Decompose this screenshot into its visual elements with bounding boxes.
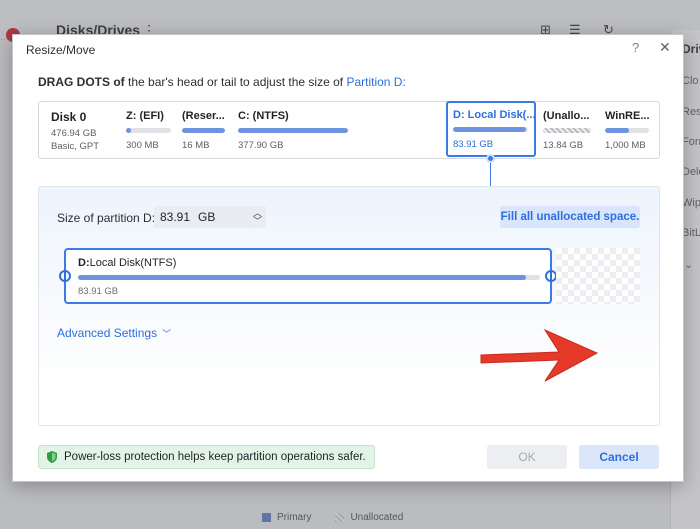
partition-size: 83.91 GB [453, 139, 494, 150]
disk-map: Disk 0 476.94 GB Basic, GPT Z: (EFI) 300… [38, 101, 660, 159]
partition-reserved[interactable]: (Reser... 16 MB [182, 110, 225, 151]
partition-d-selected[interactable]: D: Local Disk(... 83.91 GB [446, 101, 536, 157]
partition-c[interactable]: C: (NTFS) 377.90 GB [238, 110, 348, 151]
partition-usage-fill [126, 128, 131, 133]
partition-name: Z: (EFI) [126, 110, 164, 122]
resize-partition-name: D:Local Disk(NTFS) [78, 257, 176, 269]
partition-size: 13.84 GB [543, 140, 584, 151]
disk-type: Basic, GPT [51, 141, 100, 152]
resize-panel: Size of partition D: 83.91 GB ︿ ﹀ Fill al… [38, 186, 660, 426]
disk-name: Disk 0 [51, 110, 87, 124]
size-unit: GB [198, 210, 216, 224]
unallocated-space-area [556, 248, 640, 304]
fill-unallocated-button[interactable]: Fill all unallocated space. [500, 206, 640, 228]
size-value: 83.91 [160, 210, 191, 224]
partition-name: D: Local Disk(... [453, 109, 536, 121]
partition-name: (Unallo... [543, 110, 590, 122]
close-icon[interactable]: ✕ [659, 39, 671, 56]
instruction-target: Partition D: [346, 75, 406, 89]
partition-label: Local Disk(NTFS) [89, 257, 177, 269]
ok-button[interactable]: OK [487, 445, 567, 469]
partition-usage-fill [453, 127, 526, 132]
instruction-bold: DRAG DOTS of [38, 75, 125, 89]
advanced-settings-label: Advanced Settings [57, 326, 158, 340]
partition-usage-fill [238, 128, 348, 133]
unallocated-bar [543, 128, 591, 133]
instruction-body: the bar's head or tail to adjust the siz… [124, 75, 347, 89]
partition-winre[interactable]: WinRE... 1,000 MB [605, 110, 650, 151]
partition-letter: D: [78, 257, 90, 269]
disk-info: Disk 0 476.94 GB Basic, GPT [51, 110, 99, 153]
size-stepper-icon[interactable]: ︿ ﹀ [253, 209, 262, 226]
partition-size: 300 MB [126, 140, 159, 151]
shield-icon [47, 451, 57, 463]
cancel-button[interactable]: Cancel [579, 445, 659, 469]
partition-size: 1,000 MB [605, 140, 646, 151]
resize-usage-bar [78, 275, 540, 280]
partition-usage-fill [605, 128, 630, 133]
partition-usage-fill [182, 128, 225, 133]
size-label: Size of partition D: [57, 211, 156, 225]
annotation-arrow-icon [480, 328, 599, 382]
partition-name: (Reser... [182, 110, 225, 122]
chevron-down-icon: ﹀ [162, 328, 172, 339]
partition-size: 16 MB [182, 140, 210, 151]
resize-handle-left[interactable] [59, 270, 71, 282]
partition-size-input[interactable]: 83.91 GB ︿ ﹀ [154, 206, 266, 228]
partition-name: WinRE... [605, 110, 650, 122]
resize-move-dialog: Resize/Move ? ✕ DRAG DOTS of the bar's h… [12, 34, 684, 482]
power-loss-protection-badge: Power-loss protection helps keep partiti… [38, 445, 375, 469]
resize-partition-size: 83.91 GB [78, 286, 119, 297]
protection-text: Power-loss protection helps keep partiti… [64, 451, 366, 463]
dialog-title: Resize/Move [26, 43, 96, 57]
selection-connector-dot [486, 154, 495, 163]
partition-name: C: (NTFS) [238, 110, 289, 122]
resize-partition-bar[interactable]: D:Local Disk(NTFS) 83.91 GB [59, 248, 557, 304]
partition-size: 377.90 GB [238, 140, 284, 151]
help-icon[interactable]: ? [632, 40, 639, 55]
disk-size: 476.94 GB [51, 128, 97, 139]
resize-usage-fill [78, 275, 527, 280]
partition-unallocated[interactable]: (Unallo... 13.84 GB [543, 110, 591, 151]
instruction-text: DRAG DOTS of the bar's head or tail to a… [38, 75, 406, 89]
advanced-settings-toggle[interactable]: Advanced Settings ﹀ [57, 326, 171, 340]
partition-efi[interactable]: Z: (EFI) 300 MB [126, 110, 171, 151]
